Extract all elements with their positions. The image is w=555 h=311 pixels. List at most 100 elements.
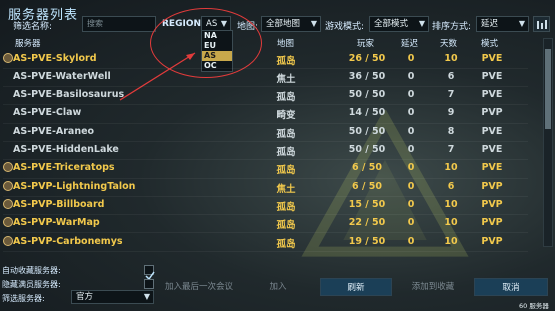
column-mode[interactable]: 模式 bbox=[481, 37, 498, 49]
server-map: 孤岛 bbox=[276, 238, 296, 250]
scrollbar[interactable] bbox=[543, 38, 553, 247]
server-name: AS-PVE-WaterWell bbox=[13, 70, 111, 82]
server-mode: PVE bbox=[481, 162, 503, 174]
server-ping: 0 bbox=[407, 70, 415, 82]
server-name: AS-PVP-Billboard bbox=[13, 198, 105, 210]
server-name: AS-PVP-Carbonemys bbox=[13, 235, 123, 247]
server-days: 10 bbox=[444, 162, 458, 174]
auto-fav-checkbox[interactable] bbox=[144, 265, 155, 281]
server-players: 6 / 50 bbox=[352, 180, 382, 192]
server-map: 孤岛 bbox=[276, 128, 296, 140]
server-players: 50 / 50 bbox=[348, 144, 386, 155]
hide-full-label: 隐藏满员服务器: bbox=[2, 280, 61, 289]
server-mode: PVP bbox=[481, 217, 503, 229]
server-days: 6 bbox=[447, 70, 455, 82]
server-ping: 0 bbox=[407, 235, 415, 247]
server-map: 孤岛 bbox=[276, 55, 296, 67]
server-days: 8 bbox=[447, 125, 455, 137]
server-days: 9 bbox=[447, 107, 455, 119]
server-ping: 0 bbox=[407, 198, 415, 210]
join-last-session-button[interactable]: 加入最后一次会议 bbox=[160, 278, 238, 296]
official-tag-icon bbox=[3, 235, 13, 246]
server-count: 60 服务器 bbox=[519, 302, 549, 310]
server-days: 10 bbox=[444, 198, 458, 210]
server-players: 19 / 50 bbox=[348, 235, 386, 247]
server-map: 焦土 bbox=[276, 183, 296, 195]
server-name: AS-PVE-Basilosaurus bbox=[13, 89, 125, 101]
chevron-down-icon: ▼ bbox=[143, 292, 150, 301]
cancel-button[interactable]: 取消 bbox=[474, 278, 548, 296]
server-players: 36 / 50 bbox=[348, 70, 386, 82]
server-ping: 0 bbox=[407, 180, 415, 192]
official-tag-icon bbox=[3, 52, 13, 63]
server-ping: 0 bbox=[407, 162, 415, 174]
column-server[interactable]: 服务器 bbox=[15, 37, 41, 49]
table-row[interactable]: AS-PVP-Carbonemys 孤岛 19 / 50 0 10 PVP bbox=[3, 233, 528, 252]
server-filter-select[interactable]: 官方 ▼ bbox=[71, 290, 154, 304]
server-name: AS-PVP-WarMap bbox=[13, 217, 100, 229]
official-tag-icon bbox=[3, 217, 13, 228]
server-ping: 0 bbox=[407, 107, 415, 119]
server-days: 7 bbox=[447, 89, 455, 101]
official-tag-icon bbox=[3, 180, 13, 191]
column-map[interactable]: 地图 bbox=[277, 37, 294, 49]
server-players: 22 / 50 bbox=[348, 217, 386, 229]
server-ping: 0 bbox=[407, 52, 415, 64]
server-days: 6 bbox=[447, 180, 455, 192]
server-map: 焦土 bbox=[276, 73, 296, 85]
column-ping[interactable]: 延迟 bbox=[401, 37, 418, 49]
server-mode: PVE bbox=[481, 52, 503, 64]
server-name: AS-PVP-LightningTalon bbox=[13, 180, 136, 192]
server-name: AS-PVE-Araneo bbox=[13, 125, 95, 137]
server-days: 10 bbox=[444, 235, 458, 247]
server-mode: PVP bbox=[481, 107, 503, 119]
table-row[interactable]: AS-PVE-Triceratops 孤岛 6 / 50 0 10 PVE bbox=[3, 159, 528, 179]
server-mode: PVP bbox=[481, 198, 503, 210]
table-row[interactable]: AS-PVE-Skylord 孤岛 26 / 50 0 10 PVE bbox=[3, 50, 528, 69]
server-mode: PVP bbox=[481, 235, 503, 247]
table-row[interactable]: AS-PVE-Claw 畸变 14 / 50 0 9 PVP bbox=[3, 104, 528, 124]
column-players[interactable]: 玩家 bbox=[357, 37, 374, 49]
table-row[interactable]: AS-PVE-WaterWell 焦土 36 / 50 0 6 PVE bbox=[3, 68, 528, 88]
scrollbar-thumb[interactable] bbox=[545, 49, 551, 129]
official-tag-icon bbox=[3, 198, 13, 209]
column-days[interactable]: 天数 bbox=[440, 37, 457, 49]
server-players: 26 / 50 bbox=[348, 52, 386, 64]
server-name: AS-PVE-Claw bbox=[13, 107, 82, 119]
server-ping: 0 bbox=[407, 144, 415, 155]
server-map: 孤岛 bbox=[276, 220, 296, 232]
server-days: 7 bbox=[447, 144, 455, 155]
table-row[interactable]: AS-PVP-WarMap 孤岛 22 / 50 0 10 PVP bbox=[3, 214, 528, 234]
server-ping: 0 bbox=[407, 125, 415, 137]
server-mode: PVE bbox=[481, 144, 503, 155]
official-tag-icon bbox=[3, 162, 13, 173]
server-mode: PVE bbox=[481, 89, 503, 101]
server-name: AS-PVE-HiddenLake bbox=[13, 144, 119, 155]
server-mode: PVE bbox=[481, 125, 503, 137]
table-row[interactable]: AS-PVE-HiddenLake 孤岛 50 / 50 0 7 PVE bbox=[3, 141, 528, 161]
table-row[interactable]: AS-PVE-Araneo 孤岛 50 / 50 0 8 PVE bbox=[3, 123, 528, 142]
server-map: 孤岛 bbox=[276, 147, 296, 158]
hide-full-checkbox[interactable] bbox=[144, 279, 154, 289]
join-button[interactable]: 加入 bbox=[248, 278, 308, 296]
server-mode: PVE bbox=[481, 70, 503, 82]
server-map: 孤岛 bbox=[276, 201, 296, 213]
server-players: 6 / 50 bbox=[352, 162, 382, 174]
refresh-button[interactable]: 刷新 bbox=[320, 278, 392, 296]
table-row[interactable]: AS-PVE-Basilosaurus 孤岛 50 / 50 0 7 PVE bbox=[3, 86, 528, 106]
server-days: 10 bbox=[444, 52, 458, 64]
server-browser: 服务器列表 筛选名称: 搜索 REGION: AS ▼ NA EU AS OC … bbox=[0, 0, 555, 311]
server-players: 50 / 50 bbox=[348, 89, 386, 101]
server-ping: 0 bbox=[407, 217, 415, 229]
filter-server-label: 筛选服务器: bbox=[2, 294, 45, 303]
server-name: AS-PVE-Skylord bbox=[13, 52, 97, 64]
table-row[interactable]: AS-PVP-LightningTalon 焦土 6 / 50 0 6 PVP bbox=[3, 178, 528, 197]
server-mode: PVP bbox=[481, 180, 503, 192]
server-ping: 0 bbox=[407, 89, 415, 101]
server-filter-value: 官方 bbox=[76, 292, 94, 302]
server-days: 10 bbox=[444, 217, 458, 229]
server-players: 50 / 50 bbox=[348, 125, 386, 137]
add-favorite-button[interactable]: 添加到收藏 bbox=[398, 278, 468, 296]
table-row[interactable]: AS-PVP-Billboard 孤岛 15 / 50 0 10 PVP bbox=[3, 196, 528, 216]
server-name: AS-PVE-Triceratops bbox=[13, 162, 115, 174]
